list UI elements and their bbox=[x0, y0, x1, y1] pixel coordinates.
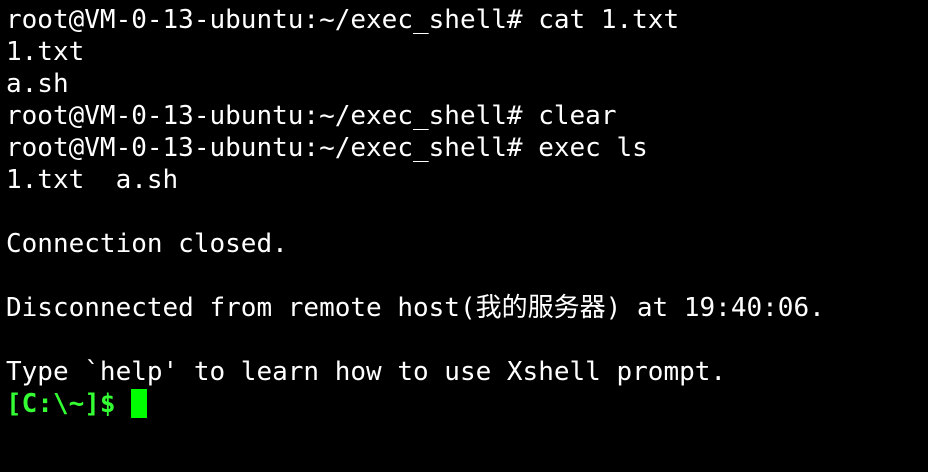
terminal-line: Type `help' to learn how to use Xshell p… bbox=[6, 357, 727, 387]
text-cursor bbox=[131, 389, 148, 418]
terminal-line: Connection closed. bbox=[6, 229, 288, 259]
terminal-line: Disconnected from remote host(我的服务器) at … bbox=[6, 293, 825, 323]
terminal-line: a.sh bbox=[6, 69, 69, 99]
terminal-line: root@VM-0-13-ubuntu:~/exec_shell# clear bbox=[6, 101, 617, 131]
terminal-window[interactable]: root@VM-0-13-ubuntu:~/exec_shell# cat 1.… bbox=[6, 4, 922, 472]
terminal-line: 1.txt a.sh bbox=[6, 165, 179, 195]
prompt-text: [C:\~]$ bbox=[6, 389, 132, 419]
terminal-line: root@VM-0-13-ubuntu:~/exec_shell# exec l… bbox=[6, 133, 648, 163]
terminal-line: 1.txt bbox=[6, 37, 85, 67]
terminal-line: root@VM-0-13-ubuntu:~/exec_shell# cat 1.… bbox=[6, 5, 680, 35]
command-prompt-line[interactable]: [C:\~]$ bbox=[6, 388, 922, 420]
